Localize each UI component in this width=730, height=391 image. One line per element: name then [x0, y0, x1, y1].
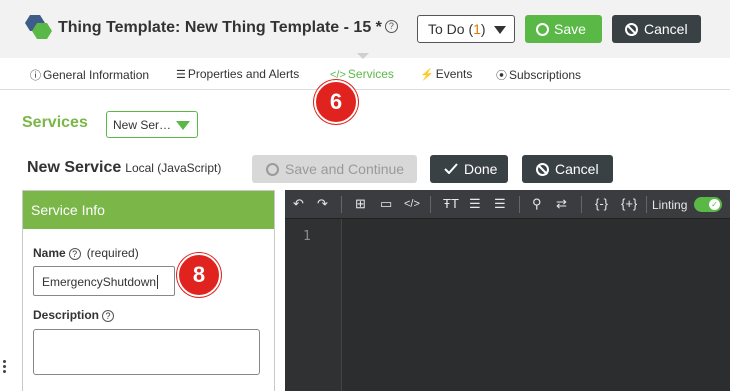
tab-properties-and-alerts[interactable]: ☰ Properties and Alerts — [176, 67, 299, 81]
rss-icon: ⦿ — [496, 70, 507, 82]
description-textarea[interactable] — [33, 329, 260, 375]
align-left-icon[interactable]: ☰ — [469, 196, 481, 212]
comment-icon[interactable]: ▭ — [380, 196, 392, 212]
tab-label: Properties and Alerts — [187, 67, 300, 81]
state-label: To Do ( — [428, 21, 474, 37]
info-icon: ⓘ — [30, 70, 41, 82]
service-info-panel: Service Info Name? (required) EmergencySh… — [22, 190, 275, 391]
title-text: Thing Template: New Thing Template - 15 … — [58, 19, 382, 36]
done-label: Done — [464, 161, 498, 177]
list-icon: ☰ — [176, 69, 186, 81]
cancel-label: Cancel — [644, 21, 688, 37]
code-tag-icon[interactable]: </> — [404, 196, 420, 212]
toolbar-divider — [581, 196, 582, 213]
help-icon[interactable]: ? — [102, 310, 115, 322]
tab-events[interactable]: ⚡ Events — [420, 67, 472, 81]
active-tab-pointer — [357, 53, 369, 59]
service-cancel-button[interactable]: Cancel — [522, 155, 613, 183]
text-size-icon[interactable]: ŦT — [443, 196, 459, 212]
bolt-icon: ⚡ — [420, 69, 434, 81]
circle-icon — [536, 23, 549, 36]
tab-general-information[interactable]: ⓘ General Information — [30, 67, 149, 83]
line-number: 1 — [303, 229, 311, 244]
cancel-icon — [625, 23, 638, 36]
line-number-gutter: 1 — [285, 219, 342, 391]
state-close: ) — [480, 21, 486, 37]
circle-icon — [266, 163, 279, 176]
editor-toolbar: ↶ ↷ ⊞ ▭ </> ŦT ☰ ☰ ⚲ ⇄ {-} {+} Linting ✓ — [285, 190, 730, 219]
check-icon: ✓ — [709, 199, 720, 210]
cancel-icon — [536, 163, 549, 176]
save-button[interactable]: Save — [525, 15, 602, 43]
name-input-value: EmergencyShutdown — [42, 275, 157, 289]
replace-icon[interactable]: ⇄ — [556, 196, 567, 212]
tab-label: General Information — [43, 68, 150, 82]
check-icon — [444, 163, 458, 175]
save-continue-label: Save and Continue — [285, 161, 405, 177]
add-snippet-icon[interactable]: ⊞ — [355, 196, 366, 212]
save-and-continue-button[interactable]: Save and Continue — [252, 155, 417, 183]
name-label-text: Name — [33, 246, 66, 260]
toolbar-divider — [341, 196, 342, 213]
fold-icon[interactable]: {-} — [595, 196, 608, 212]
linting-toggle[interactable]: ✓ — [694, 197, 722, 212]
service-type-label: Local (JavaScript) — [125, 161, 222, 175]
services-select[interactable]: New Ser… — [106, 111, 198, 138]
help-icon[interactable]: ? — [384, 20, 398, 33]
step-badge-6: 6 — [314, 80, 358, 124]
tab-label: Events — [435, 67, 473, 81]
unfold-icon[interactable]: {+} — [621, 196, 637, 212]
tab-services[interactable]: </> Services — [330, 67, 394, 81]
header-bar: Thing Template: New Thing Template - 15 … — [0, 0, 730, 58]
required-label: (required) — [86, 246, 139, 260]
done-button[interactable]: Done — [430, 155, 508, 183]
help-icon[interactable]: ? — [68, 248, 81, 260]
caret-down-icon — [494, 26, 506, 34]
tab-subscriptions[interactable]: ⦿ Subscriptions — [496, 67, 581, 83]
text-cursor — [157, 275, 159, 289]
name-input[interactable]: EmergencyShutdown — [33, 266, 175, 296]
state-count: 1 — [473, 21, 481, 37]
linting-label: Linting — [652, 198, 688, 212]
save-label: Save — [554, 21, 586, 37]
undo-icon[interactable]: ↶ — [293, 196, 304, 212]
description-label-text: Description — [33, 308, 100, 322]
tab-label: Services — [347, 67, 394, 81]
services-heading: Services — [22, 114, 88, 131]
step-badge-8: 8 — [177, 253, 221, 297]
caret-down-icon — [176, 121, 190, 130]
new-service-title: New Service Local (JavaScript) — [27, 159, 221, 177]
tab-bar: ⓘ General Information ☰ Properties and Ale… — [0, 58, 730, 90]
redo-icon[interactable]: ↷ — [317, 196, 328, 212]
state-dropdown[interactable]: To Do (1) — [417, 15, 515, 43]
name-field-label: Name? (required) — [33, 246, 139, 260]
toolbar-divider — [519, 196, 520, 213]
cancel-label: Cancel — [555, 161, 599, 177]
code-editor[interactable]: ↶ ↷ ⊞ ▭ </> ŦT ☰ ☰ ⚲ ⇄ {-} {+} Linting ✓… — [285, 190, 730, 391]
toolbar-divider — [430, 196, 431, 213]
align-right-icon[interactable]: ☰ — [494, 196, 506, 212]
toolbar-divider — [646, 196, 647, 213]
resize-handle-icon[interactable] — [3, 360, 7, 380]
cancel-button[interactable]: Cancel — [612, 15, 701, 43]
search-icon[interactable]: ⚲ — [532, 196, 542, 212]
services-select-value: New Ser… — [113, 118, 172, 132]
tab-label: Subscriptions — [509, 68, 582, 82]
page-title: Thing Template: New Thing Template - 15 … — [58, 19, 398, 37]
description-field-label: Description? — [33, 308, 115, 322]
new-service-title-text: New Service — [27, 159, 122, 176]
thingworx-logo-icon — [25, 15, 52, 39]
service-info-heading: Service Info — [23, 191, 274, 229]
